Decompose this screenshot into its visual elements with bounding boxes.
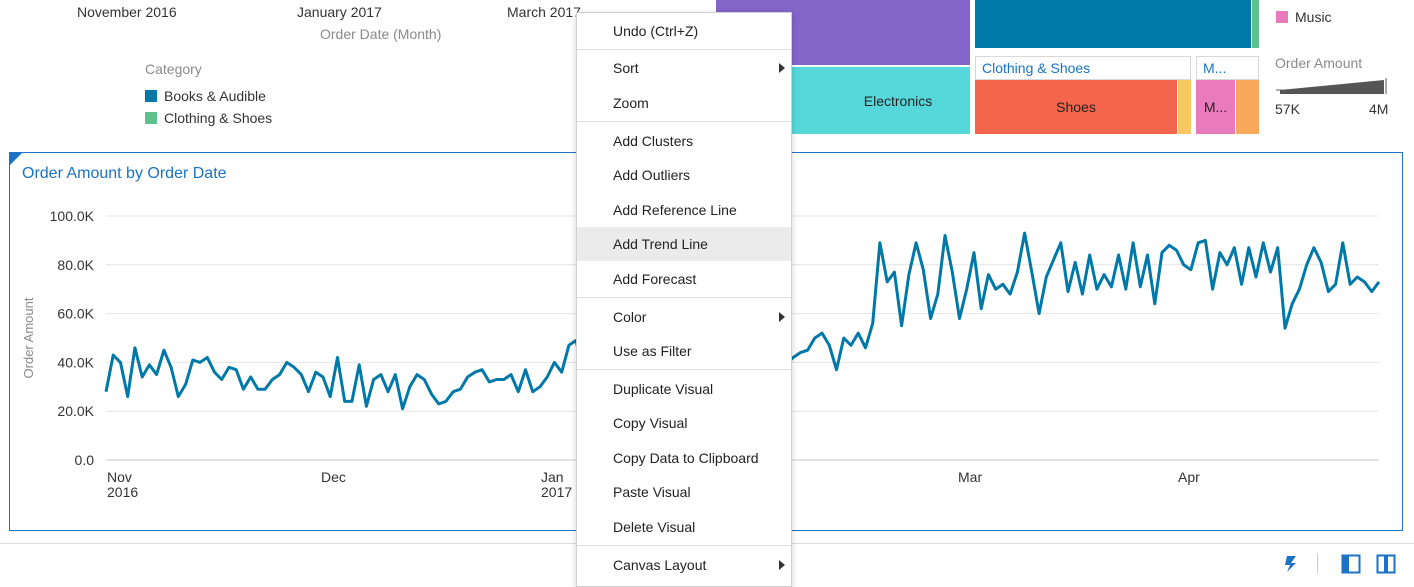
menu-item-add-outliers[interactable]: Add Outliers	[577, 158, 791, 192]
x-tick-label: Mar	[958, 469, 982, 485]
submenu-arrow-icon	[779, 559, 785, 570]
legend-swatch	[145, 90, 157, 102]
x-tick-label: Dec	[321, 469, 346, 485]
treemap-label: Electronics	[863, 92, 933, 109]
menu-item-label: Duplicate Visual	[613, 380, 714, 397]
menu-item-label: Add Reference Line	[613, 201, 737, 218]
top-axis-tick: March 2017	[507, 4, 581, 20]
legend-swatch	[145, 112, 157, 124]
menu-item-undo[interactable]: Undo (Ctrl+Z)	[577, 13, 791, 48]
menu-item-paste-visual[interactable]: Paste Visual	[577, 475, 791, 509]
menu-item-delete-visual[interactable]: Delete Visual	[577, 509, 791, 544]
x-tick-sublabel: 2016	[107, 484, 138, 500]
treemap-header-clothing[interactable]: Clothing & Shoes	[975, 56, 1191, 80]
treemap-block-music[interactable]: M...	[1196, 80, 1235, 134]
top-axis-tick: January 2017	[297, 4, 382, 20]
size-legend-ramp	[1276, 78, 1387, 94]
menu-item-color[interactable]: Color	[577, 299, 791, 334]
x-tick-label: Apr	[1178, 469, 1200, 485]
legend-label: Music	[1295, 9, 1332, 25]
menu-item-label: Use as Filter	[613, 343, 692, 359]
treemap-header-music[interactable]: M...	[1196, 56, 1259, 80]
menu-item-label: Add Forecast	[613, 270, 697, 287]
y-tick-label: 40.0K	[57, 354, 94, 370]
size-legend-title: Order Amount	[1275, 55, 1363, 71]
legend-label: Books & Audible	[164, 88, 266, 104]
submenu-arrow-icon	[779, 311, 785, 322]
menu-separator	[577, 545, 791, 546]
menu-item-add-clusters[interactable]: Add Clusters	[577, 123, 791, 158]
context-menu: Undo (Ctrl+Z) Sort Zoom Add Clusters Add…	[576, 12, 792, 587]
y-axis-title: Order Amount	[21, 297, 36, 378]
menu-item-copy-data[interactable]: Copy Data to Clipboard	[577, 440, 791, 475]
toolbar-divider	[1317, 553, 1318, 573]
submenu-arrow-icon	[779, 62, 785, 73]
y-tick-label: 20.0K	[57, 403, 94, 419]
menu-item-label: Undo (Ctrl+Z)	[613, 22, 699, 39]
menu-separator	[577, 297, 791, 298]
menu-item-label: Zoom	[613, 94, 649, 111]
menu-item-canvas-layout[interactable]: Canvas Layout	[577, 547, 791, 582]
menu-item-label: Canvas Layout	[613, 556, 707, 573]
legend-item-clothing[interactable]: Clothing & Shoes	[145, 110, 272, 126]
menu-item-copy-visual[interactable]: Copy Visual	[577, 406, 791, 440]
legend-item-music[interactable]: Music	[1276, 9, 1332, 25]
size-legend-max: 4M	[1369, 101, 1389, 117]
category-legend-title: Category	[145, 61, 202, 77]
y-tick-label: 60.0K	[57, 306, 94, 322]
y-tick-label: 80.0K	[57, 257, 94, 273]
treemap-block-yellow[interactable]	[1178, 80, 1191, 134]
treemap-label: Shoes	[1056, 99, 1096, 115]
legend-item-books[interactable]: Books & Audible	[145, 88, 266, 104]
left-panel-icon[interactable]	[1341, 554, 1361, 574]
menu-item-label: Color	[613, 308, 647, 325]
treemap-label: M...	[1203, 99, 1228, 115]
menu-item-sort[interactable]: Sort	[577, 50, 791, 85]
treemap-block-shoes[interactable]: Shoes	[975, 80, 1177, 134]
lightning-icon[interactable]	[1282, 554, 1300, 574]
menu-item-use-as-filter[interactable]: Use as Filter	[577, 334, 791, 368]
menu-item-add-forecast[interactable]: Add Forecast	[577, 261, 791, 296]
x-tick-sublabel: 2017	[541, 484, 572, 500]
menu-item-zoom[interactable]: Zoom	[577, 85, 791, 120]
size-ramp-shape	[1280, 80, 1384, 94]
menu-item-label: Add Clusters	[613, 132, 694, 149]
menu-item-add-trend-line[interactable]: Add Trend Line	[577, 227, 791, 261]
menu-item-add-reference-line[interactable]: Add Reference Line	[577, 192, 791, 227]
menu-item-label: Add Trend Line	[613, 236, 708, 252]
menu-item-label: Copy Visual	[613, 415, 688, 431]
legend-swatch	[1276, 11, 1288, 23]
top-axis-title: Order Date (Month)	[320, 26, 442, 42]
menu-item-label: Paste Visual	[613, 484, 691, 500]
menu-item-duplicate-visual[interactable]: Duplicate Visual	[577, 371, 791, 406]
menu-item-label: Copy Data to Clipboard	[613, 449, 759, 466]
y-tick-label: 100.0K	[50, 208, 95, 224]
y-tick-label: 0.0	[75, 452, 95, 468]
x-tick-label: Nov	[107, 469, 132, 485]
treemap-block-orange[interactable]	[1236, 80, 1259, 134]
right-panel-icon[interactable]	[1376, 554, 1396, 574]
top-axis-tick: November 2016	[77, 4, 177, 20]
menu-separator	[577, 121, 791, 122]
treemap-block-books[interactable]	[975, 0, 1251, 48]
size-legend-min: 57K	[1275, 101, 1300, 117]
x-tick-label: Jan	[541, 469, 564, 485]
legend-label: Clothing & Shoes	[164, 110, 273, 126]
menu-item-label: Sort	[613, 59, 639, 76]
treemap-block-clothing-strip[interactable]	[1252, 0, 1259, 48]
menu-separator	[577, 369, 791, 370]
menu-item-label: Add Outliers	[613, 167, 691, 183]
menu-item-label: Delete Visual	[613, 518, 696, 535]
